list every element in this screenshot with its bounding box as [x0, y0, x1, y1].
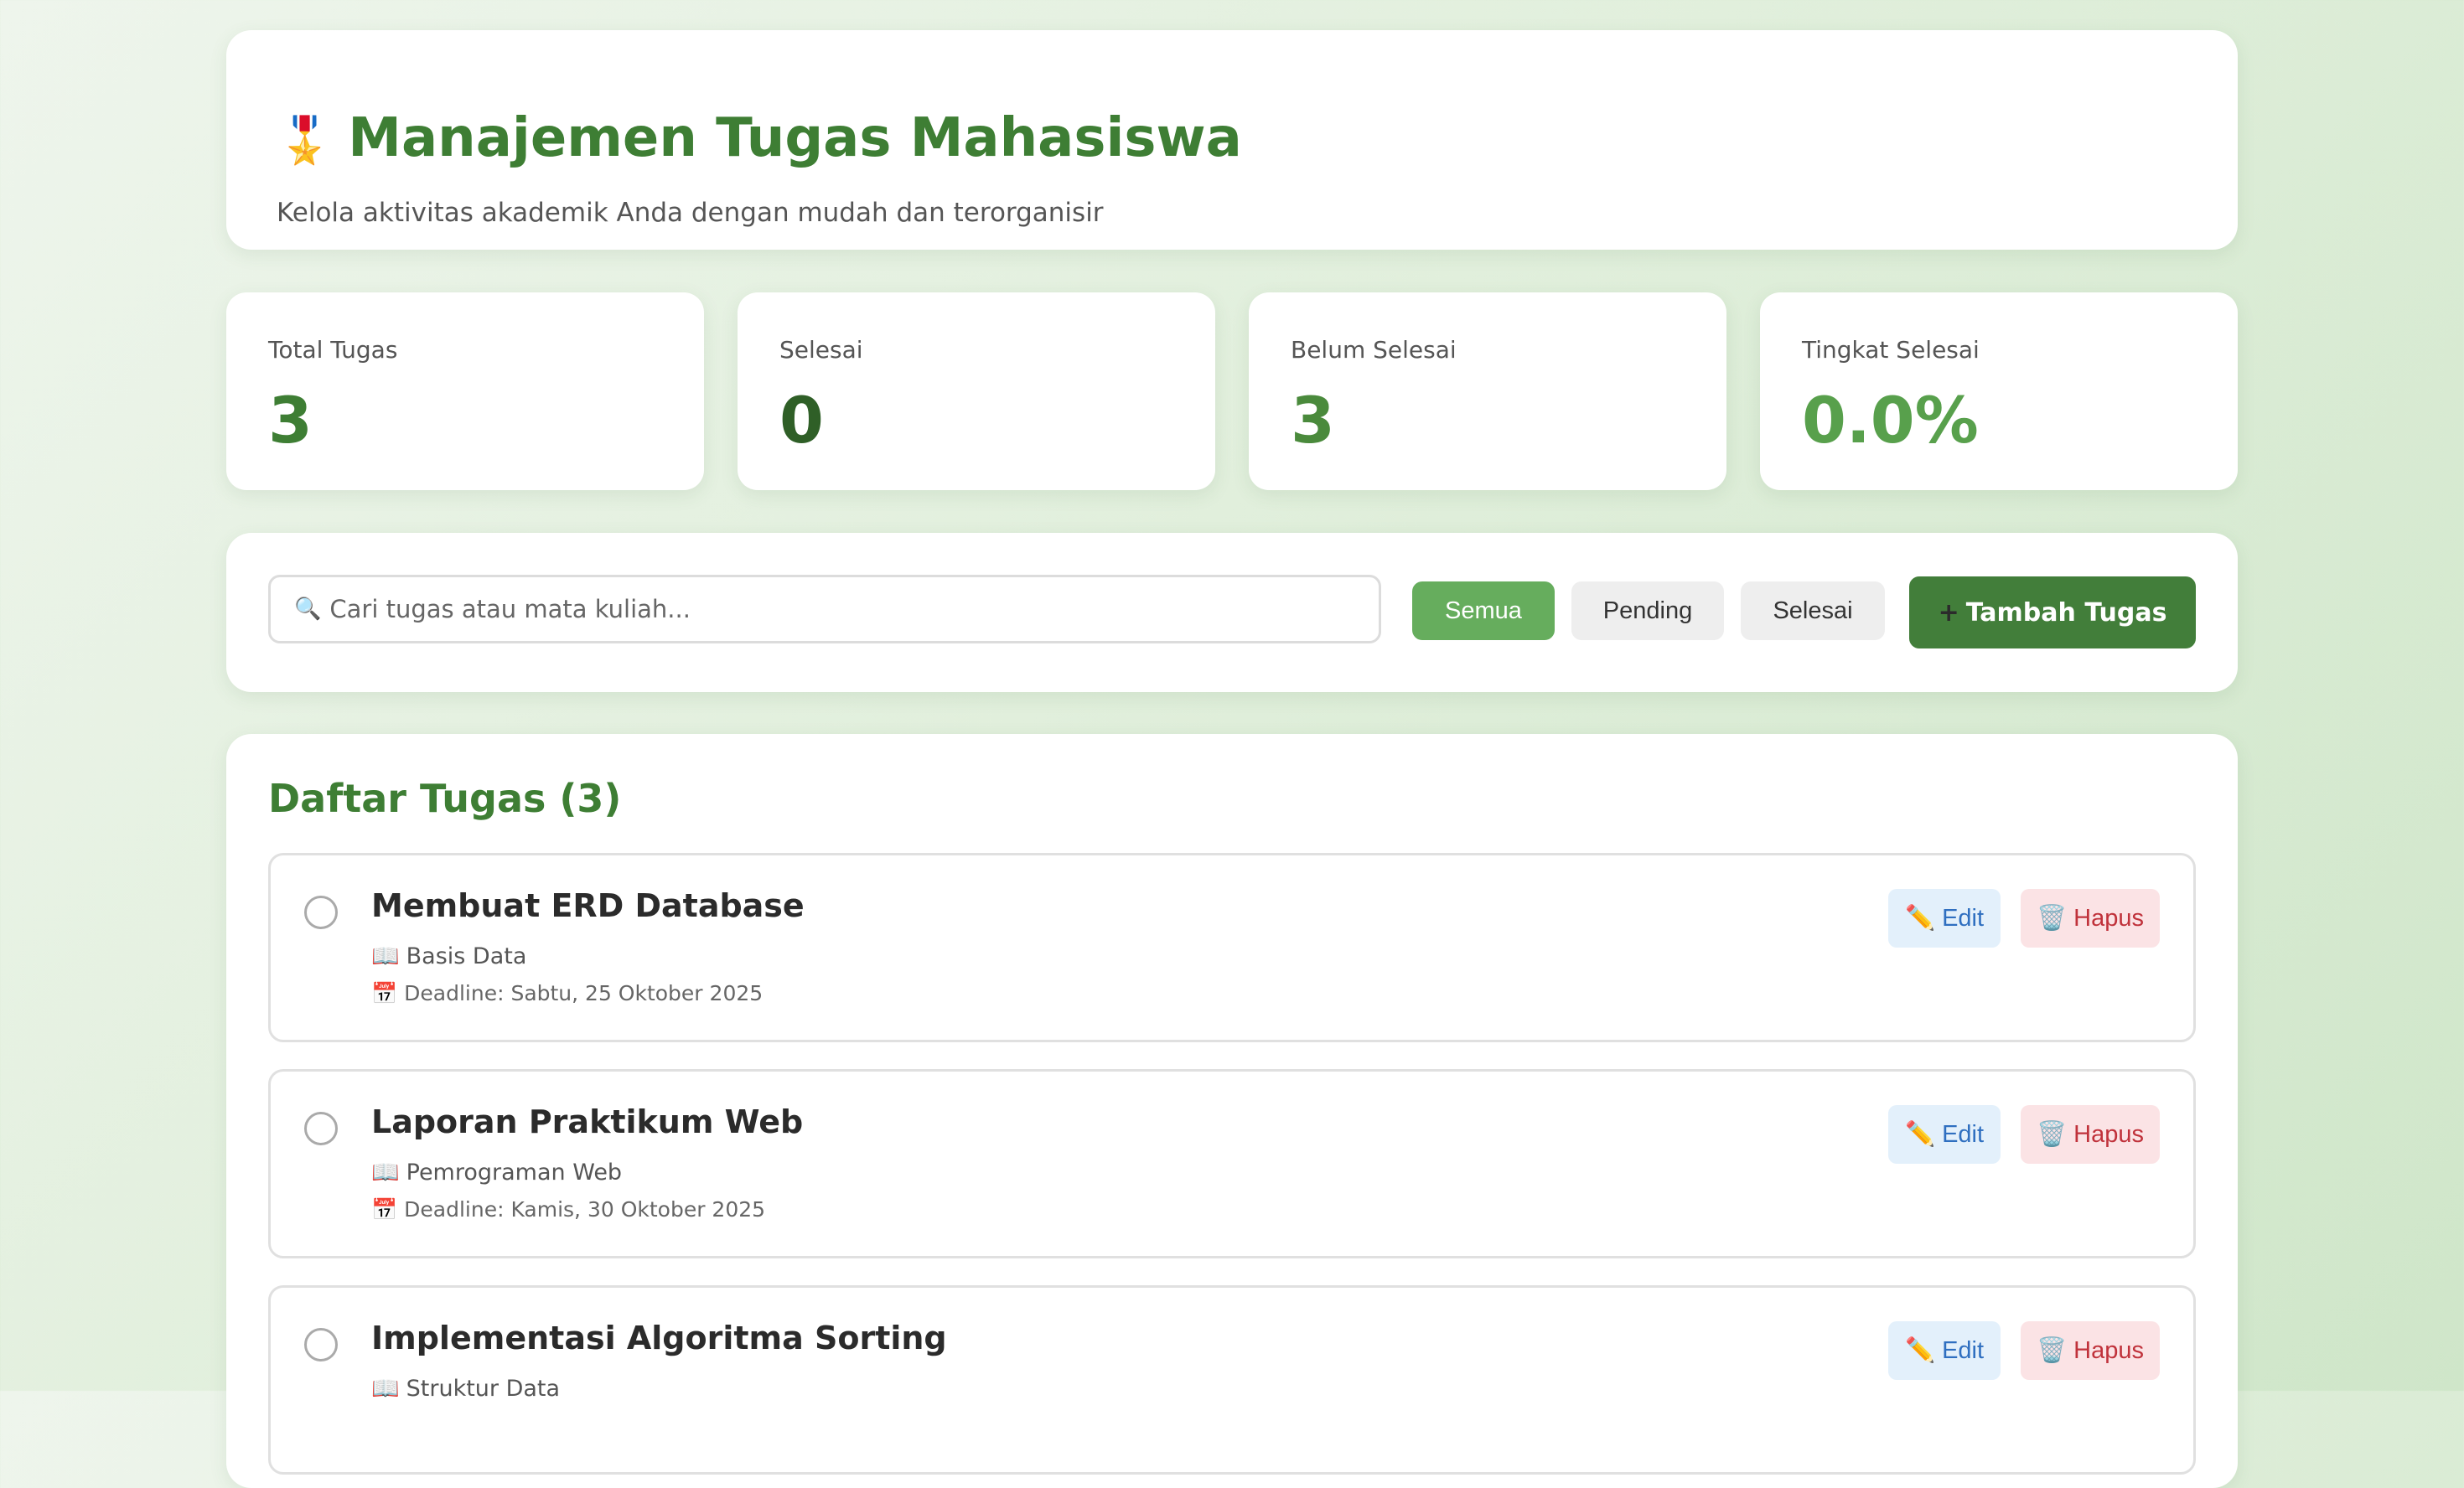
stat-card-completion-rate: Tingkat Selesai 0.0% [1760, 292, 2238, 490]
stat-value: 0 [779, 383, 824, 457]
task-list-card: Daftar Tugas (3) Membuat ERD Database 📖 B… [226, 734, 2238, 1488]
task-checkbox[interactable] [304, 1112, 338, 1145]
stat-value: 3 [268, 383, 313, 457]
search-input[interactable]: 🔍 Cari tugas atau mata kuliah... [268, 575, 1381, 643]
task-item: Implementasi Algoritma Sorting 📖 Struktur… [268, 1285, 2196, 1475]
edit-button[interactable]: ✏️ Edit [1888, 1321, 2001, 1380]
task-checkbox[interactable] [304, 1328, 338, 1361]
stat-label: Tingkat Selesai [1802, 336, 1980, 364]
book-icon: 📖 [371, 943, 400, 969]
edit-label: Edit [1942, 1120, 1985, 1148]
medal-icon: 🎖️ [277, 114, 334, 167]
edit-button[interactable]: ✏️ Edit [1888, 1105, 2001, 1164]
stat-card-total: Total Tugas 3 [226, 292, 704, 490]
edit-label: Edit [1942, 904, 1985, 932]
stat-card-completed: Selesai 0 [738, 292, 1215, 490]
filter-pending-button[interactable]: Pending [1571, 581, 1724, 640]
stat-label: Total Tugas [268, 336, 398, 364]
task-deadline-text: Deadline: Sabtu, 25 Oktober 2025 [404, 981, 764, 1005]
pencil-icon: ✏️ [1904, 1121, 1936, 1148]
toolbar-card: 🔍 Cari tugas atau mata kuliah... Semua P… [226, 533, 2238, 692]
task-item: Membuat ERD Database 📖 Basis Data 📅 Deadli… [268, 853, 2196, 1042]
delete-button[interactable]: 🗑️ Hapus [2021, 1321, 2160, 1380]
page-title-text: Manajemen Tugas Mahasiswa [348, 107, 1242, 169]
edit-label: Edit [1942, 1336, 1985, 1364]
book-icon: 📖 [371, 1376, 400, 1402]
filter-completed-button[interactable]: Selesai [1741, 581, 1885, 640]
task-subject: 📖 Struktur Data [371, 1375, 560, 1402]
stat-label: Selesai [779, 336, 863, 364]
task-checkbox[interactable] [304, 896, 338, 929]
trash-icon: 🗑️ [2037, 905, 2068, 932]
task-name: Laporan Praktikum Web [371, 1103, 804, 1140]
task-name: Membuat ERD Database [371, 887, 805, 924]
delete-button[interactable]: 🗑️ Hapus [2021, 889, 2160, 948]
add-task-label: Tambah Tugas [1965, 597, 2167, 628]
calendar-icon: 📅 [371, 981, 398, 1005]
task-subject-text: Struktur Data [406, 1376, 561, 1402]
delete-label: Hapus [2073, 1336, 2144, 1364]
stat-value: 3 [1291, 383, 1335, 457]
filter-all-button[interactable]: Semua [1412, 581, 1555, 640]
search-placeholder: Cari tugas atau mata kuliah... [329, 595, 691, 623]
delete-button[interactable]: 🗑️ Hapus [2021, 1105, 2160, 1164]
pencil-icon: ✏️ [1904, 1337, 1936, 1364]
task-deadline-text: Deadline: Kamis, 30 Oktober 2025 [404, 1197, 766, 1222]
task-subject-text: Pemrograman Web [406, 1160, 623, 1186]
trash-icon: 🗑️ [2037, 1121, 2068, 1148]
delete-label: Hapus [2073, 904, 2144, 932]
plus-icon: + [1938, 597, 1959, 628]
book-icon: 📖 [371, 1160, 400, 1186]
stat-label: Belum Selesai [1291, 336, 1457, 364]
delete-label: Hapus [2073, 1120, 2144, 1148]
stat-value: 0.0% [1802, 383, 1979, 457]
task-deadline: 📅 Deadline: Sabtu, 25 Oktober 2025 [371, 981, 763, 1006]
task-name: Implementasi Algoritma Sorting [371, 1320, 947, 1356]
page-title: 🎖️ Manajemen Tugas Mahasiswa [277, 107, 1242, 169]
task-list-title: Daftar Tugas (3) [268, 776, 622, 821]
task-deadline: 📅 Deadline: Kamis, 30 Oktober 2025 [371, 1197, 765, 1222]
stat-card-pending: Belum Selesai 3 [1249, 292, 1726, 490]
page-subtitle: Kelola aktivitas akademik Anda dengan mu… [277, 198, 1104, 228]
pencil-icon: ✏️ [1904, 905, 1936, 932]
search-icon: 🔍 [294, 597, 322, 622]
task-subject-text: Basis Data [406, 943, 527, 969]
add-task-button[interactable]: + Tambah Tugas [1909, 576, 2196, 648]
task-subject: 📖 Pemrograman Web [371, 1159, 622, 1186]
task-subject: 📖 Basis Data [371, 943, 526, 969]
trash-icon: 🗑️ [2037, 1337, 2068, 1364]
header-card: 🎖️ Manajemen Tugas Mahasiswa Kelola aktiv… [226, 30, 2238, 250]
edit-button[interactable]: ✏️ Edit [1888, 889, 2001, 948]
task-item: Laporan Praktikum Web 📖 Pemrograman Web 📅… [268, 1069, 2196, 1258]
calendar-icon: 📅 [371, 1197, 398, 1222]
